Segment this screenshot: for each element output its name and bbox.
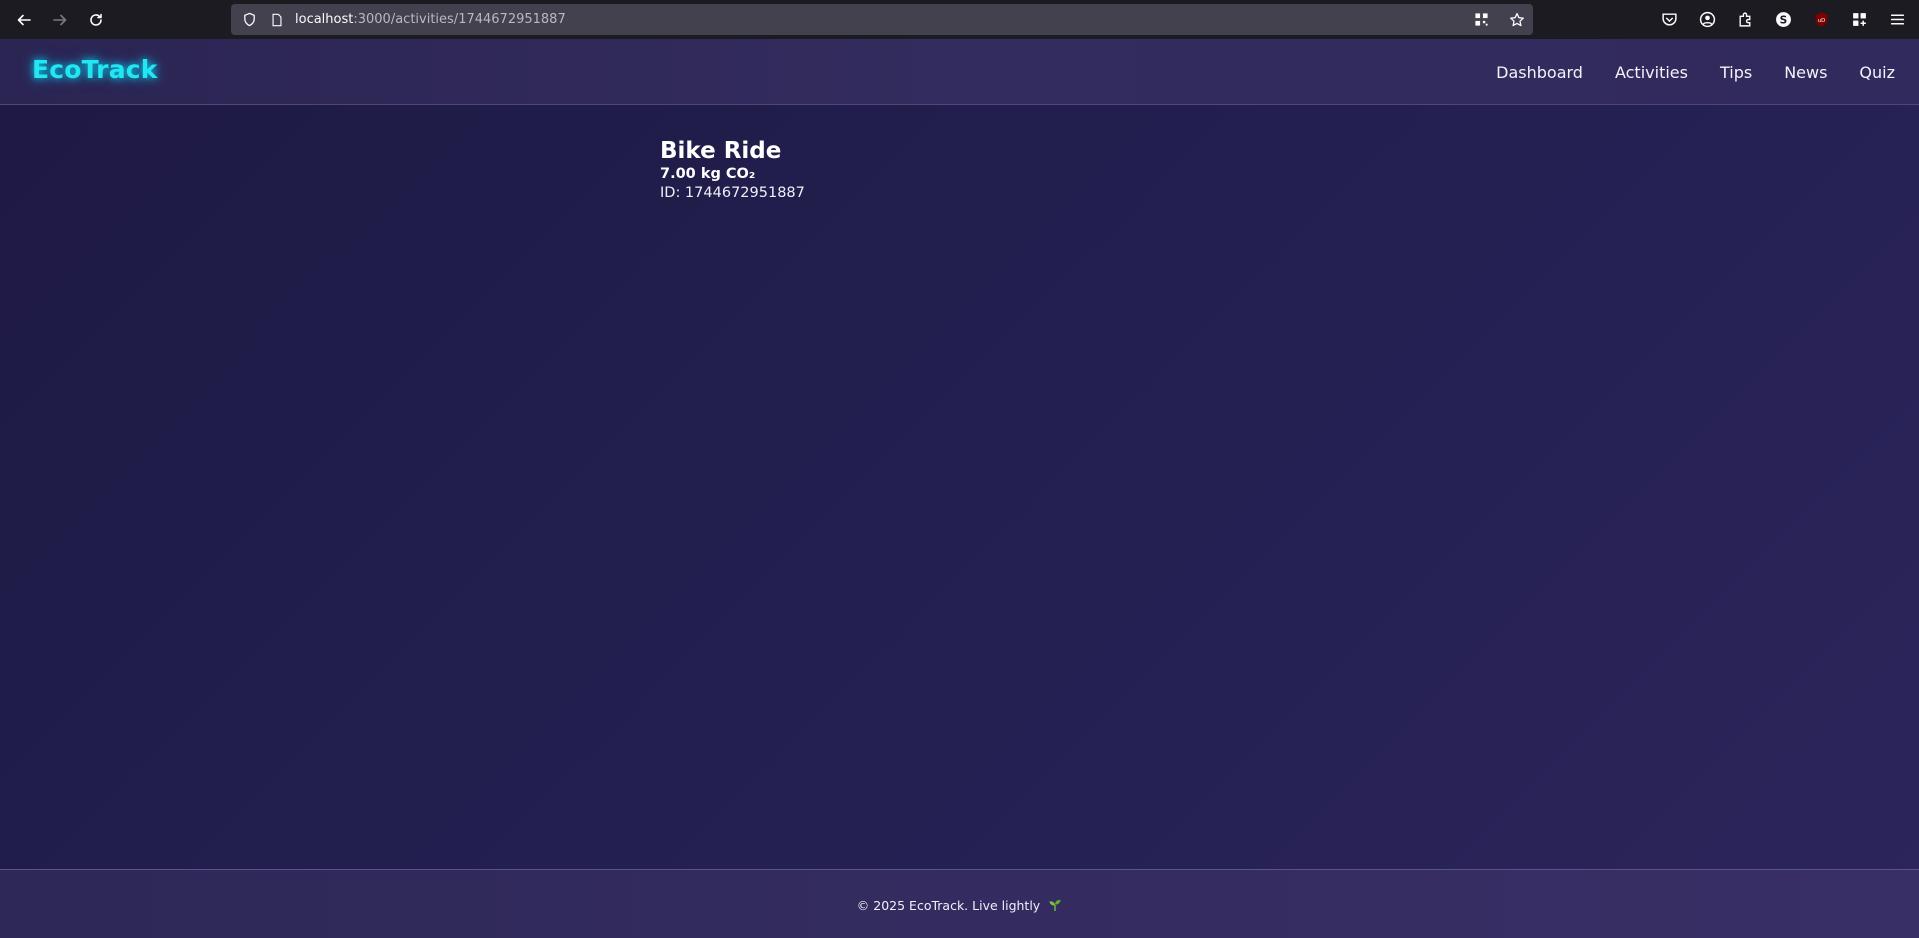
activity-id: ID: 1744672951887 <box>660 185 805 201</box>
reload-icon[interactable] <box>80 4 112 36</box>
footer-text: © 2025 EcoTrack. Live lightly <box>856 897 1041 913</box>
forward-arrow-icon[interactable] <box>44 4 76 36</box>
ublock-icon[interactable]: uD <box>1805 4 1837 36</box>
url-path: :3000/activities/1744672951887 <box>353 12 566 27</box>
svg-text:S: S <box>1779 14 1787 27</box>
pocket-icon[interactable] <box>1653 4 1685 36</box>
qr-code-icon[interactable] <box>1473 12 1489 28</box>
main-nav: Dashboard Activities Tips News Quiz <box>1496 39 1919 105</box>
nav-link-news[interactable]: News <box>1784 63 1827 82</box>
svg-text:uD: uD <box>1817 18 1824 24</box>
nav-link-tips[interactable]: Tips <box>1720 63 1752 82</box>
sprout-icon <box>1048 898 1062 912</box>
site-footer: © 2025 EcoTrack. Live lightly <box>0 869 1919 938</box>
browser-toolbar: localhost:3000/activities/1744672951887 … <box>0 0 1919 39</box>
activity-co2: 7.00 kg CO₂ <box>660 166 756 182</box>
page-icon <box>269 12 285 28</box>
apps-icon[interactable] <box>1843 4 1875 36</box>
puzzle-icon[interactable] <box>1729 4 1761 36</box>
site-header: EcoTrack Dashboard Activities Tips News … <box>0 39 1919 105</box>
back-arrow-icon[interactable] <box>8 4 40 36</box>
account-icon[interactable] <box>1691 4 1723 36</box>
url-bar[interactable]: localhost:3000/activities/1744672951887 <box>231 4 1533 35</box>
shield-icon[interactable] <box>241 12 257 28</box>
hamburger-menu-icon[interactable] <box>1881 4 1913 36</box>
activity-detail: Bike Ride 7.00 kg CO₂ ID: 1744672951887 <box>660 137 805 203</box>
footer-text-wrap: © 2025 EcoTrack. Live lightly <box>857 898 1062 913</box>
url-text[interactable]: localhost:3000/activities/1744672951887 <box>295 12 566 27</box>
url-host: localhost <box>295 12 354 27</box>
star-icon[interactable] <box>1509 12 1525 28</box>
s-extension-icon[interactable]: S <box>1767 4 1799 36</box>
nav-link-activities[interactable]: Activities <box>1615 63 1688 82</box>
nav-link-quiz[interactable]: Quiz <box>1859 63 1895 82</box>
site-logo[interactable]: EcoTrack <box>32 55 158 84</box>
page: EcoTrack Dashboard Activities Tips News … <box>0 39 1919 938</box>
activity-title: Bike Ride <box>660 138 782 164</box>
nav-link-dashboard[interactable]: Dashboard <box>1496 63 1583 82</box>
